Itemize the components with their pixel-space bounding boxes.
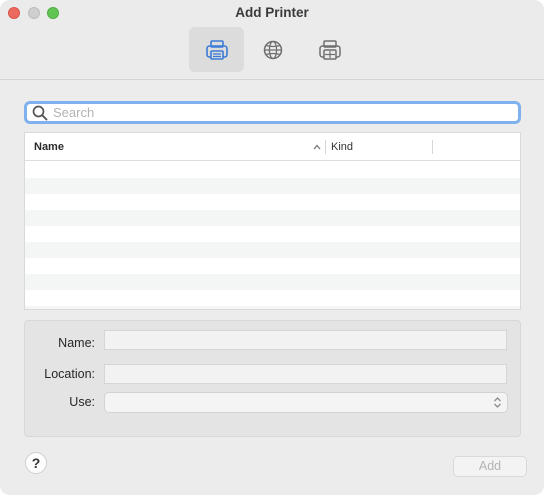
windows-printer-icon xyxy=(318,39,341,60)
toolbar: Add Printer xyxy=(0,0,544,80)
location-label: Location: xyxy=(44,367,95,381)
default-printer-icon xyxy=(205,39,228,60)
column-header-name[interactable]: Name xyxy=(34,133,64,161)
help-button[interactable]: ? xyxy=(25,452,47,474)
column-header-kind[interactable]: Kind xyxy=(331,133,353,161)
location-field[interactable] xyxy=(104,364,507,384)
name-field[interactable] xyxy=(104,330,507,350)
empty-row xyxy=(25,162,520,178)
empty-row xyxy=(25,178,520,194)
ip-globe-icon xyxy=(263,40,282,59)
empty-row xyxy=(25,258,520,274)
search-field[interactable] xyxy=(24,101,521,124)
empty-row xyxy=(25,290,520,306)
toolbar-windows-button[interactable] xyxy=(302,27,357,72)
empty-row xyxy=(25,242,520,258)
table-rows xyxy=(25,162,520,309)
column-divider[interactable] xyxy=(325,140,326,154)
use-select[interactable] xyxy=(104,392,508,413)
sort-ascending-icon xyxy=(313,144,321,150)
empty-row xyxy=(25,306,520,309)
window-title: Add Printer xyxy=(235,5,309,20)
empty-row xyxy=(25,194,520,210)
printer-list[interactable]: Name Kind xyxy=(24,132,521,310)
empty-row xyxy=(25,210,520,226)
column-divider[interactable] xyxy=(432,140,433,154)
name-label: Name: xyxy=(58,336,95,350)
empty-row xyxy=(25,226,520,242)
add-printer-window: Add Printer Search Name Kind Name: Locat… xyxy=(0,0,544,495)
content-area: Name Kind Name: xyxy=(0,81,544,495)
empty-row xyxy=(25,274,520,290)
search-icon xyxy=(32,105,48,120)
search-input[interactable] xyxy=(53,104,518,121)
table-header: Name Kind xyxy=(25,133,520,161)
toolbar-default-button[interactable] xyxy=(189,27,244,72)
printer-details-form: Name: Location: Use: xyxy=(24,320,521,437)
toolbar-ip-button[interactable] xyxy=(245,27,300,72)
add-button[interactable]: Add xyxy=(453,456,527,477)
chevron-up-down-icon xyxy=(494,397,501,408)
use-label: Use: xyxy=(69,395,95,409)
